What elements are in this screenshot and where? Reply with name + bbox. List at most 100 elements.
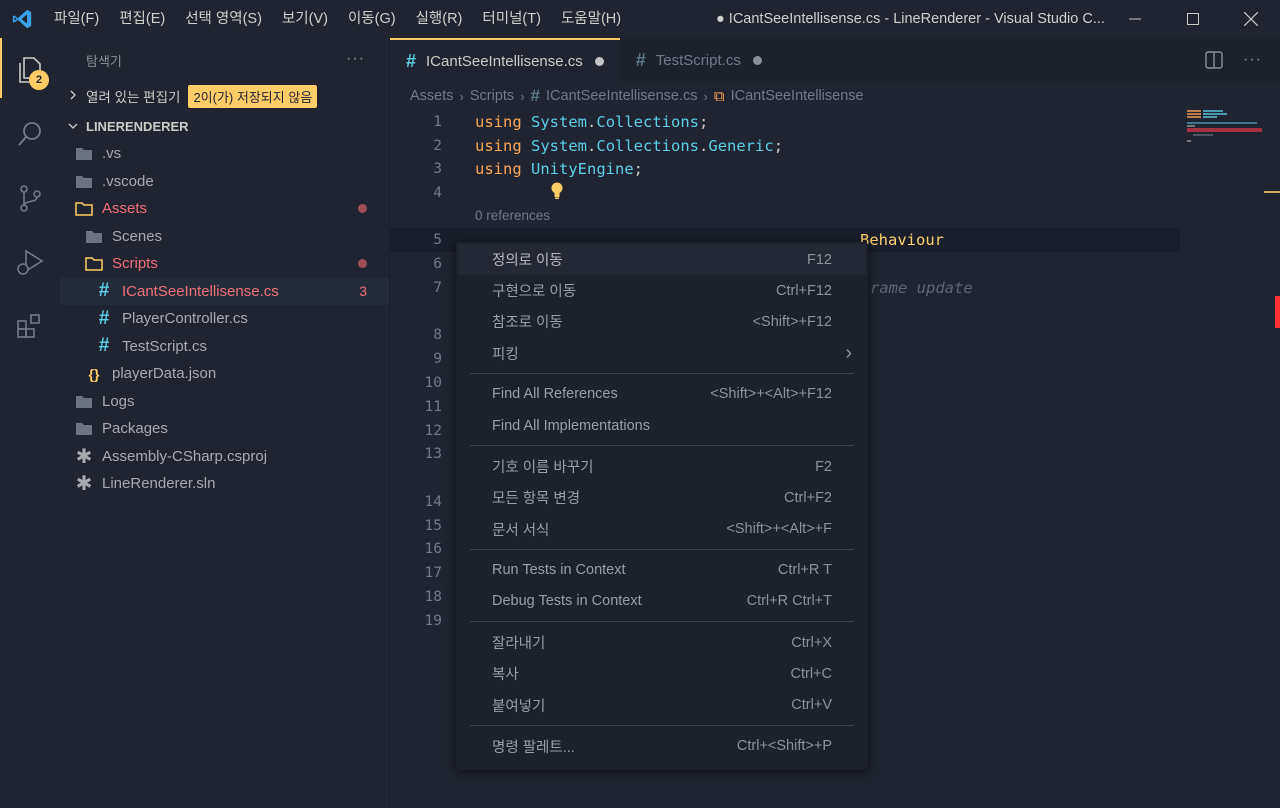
menu-cut[interactable]: 잘라내기 Ctrl+X — [458, 627, 866, 658]
menu-command-palette[interactable]: 명령 팔레트... Ctrl+<Shift>+P — [458, 731, 866, 762]
menu-file[interactable]: 파일(F) — [44, 0, 109, 38]
menu-find-all-implementations[interactable]: Find All Implementations — [458, 410, 866, 441]
line-number: 8 — [433, 327, 442, 343]
menu-change-all-occurrences[interactable]: 모든 항목 변경 Ctrl+F2 — [458, 482, 866, 513]
menu-go-to-implementation[interactable]: 구현으로 이동 Ctrl+F12 — [458, 275, 866, 306]
line-number: 18 — [424, 589, 442, 605]
menu-item-label: 참조로 이동 — [492, 315, 563, 332]
tree-item-sln[interactable]: ✱ LineRenderer.sln — [60, 470, 389, 498]
csharp-file-icon: # — [406, 50, 417, 71]
source-control-activity[interactable] — [0, 166, 60, 230]
minimize-icon — [1129, 18, 1141, 20]
codelens-references[interactable]: 0 references — [475, 208, 550, 223]
menu-item-shortcut: F2 — [815, 458, 832, 475]
tab-testscript[interactable]: # TestScript.cs — [620, 38, 778, 82]
breadcrumb-item[interactable]: ICantSeeIntellisense — [731, 88, 864, 104]
tree-item-vscode[interactable]: .vscode — [60, 168, 389, 196]
csharp-file-icon: # — [635, 49, 646, 70]
menu-run-tests[interactable]: Run Tests in Context Ctrl+R T — [458, 555, 866, 586]
unsaved-dot-icon[interactable] — [752, 55, 762, 65]
split-editor-icon[interactable] — [1205, 51, 1223, 69]
tree-item-playerdata[interactable]: {} playerData.json — [60, 360, 389, 388]
menu-item-label: 잘라내기 — [492, 636, 546, 653]
menu-edit[interactable]: 편집(E) — [109, 0, 175, 38]
line-number: 7 — [433, 280, 442, 296]
menu-go-to-references[interactable]: 참조로 이동 <Shift>+F12 — [458, 306, 866, 337]
tree-item-csproj[interactable]: ✱ Assembly-CSharp.csproj — [60, 443, 389, 471]
tree-item-icantseeintellisense[interactable]: # ICantSeeIntellisense.cs 3 — [60, 277, 389, 305]
tab-label: ICantSeeIntellisense.cs — [426, 52, 583, 70]
menu-terminal[interactable]: 터미널(T) — [472, 0, 551, 38]
tree-item-label: .vs — [102, 145, 122, 163]
line-number: 12 — [424, 423, 442, 439]
extensions-activity[interactable] — [0, 294, 60, 358]
menu-run[interactable]: 실행(R) — [406, 0, 473, 38]
menu-debug-tests[interactable]: Debug Tests in Context Ctrl+R Ctrl+T — [458, 586, 866, 617]
more-actions-icon[interactable]: ··· — [346, 50, 365, 68]
workspace-root[interactable]: LINERENDERER — [60, 112, 389, 140]
menu-rename-symbol[interactable]: 기호 이름 바꾸기 F2 — [458, 451, 866, 482]
menu-item-shortcut: <Shift>+<Alt>+F — [726, 521, 832, 538]
menu-selection[interactable]: 선택 영역(S) — [175, 0, 272, 38]
tab-actions: ··· — [1205, 38, 1262, 82]
tree-item-packages[interactable]: Packages — [60, 415, 389, 443]
open-editors-label: 열려 있는 편집기 — [86, 90, 181, 105]
line-number: 17 — [424, 565, 442, 581]
tree-item-label: Assets — [102, 200, 148, 218]
explorer-activity[interactable]: 2 — [0, 38, 60, 102]
menu-peek[interactable]: 피킹 › — [458, 338, 866, 369]
menu-copy[interactable]: 복사 Ctrl+C — [458, 658, 866, 689]
minimap[interactable] — [1187, 110, 1267, 170]
run-debug-activity[interactable] — [0, 230, 60, 294]
tree-item-label: .vscode — [102, 172, 154, 190]
code-comment: rame update — [870, 279, 973, 297]
close-button[interactable] — [1222, 0, 1280, 38]
breadcrumb-item[interactable]: Scripts — [470, 88, 514, 104]
menu-find-all-references[interactable]: Find All References <Shift>+<Alt>+F12 — [458, 379, 866, 410]
menu-go-to-definition[interactable]: 정의로 이동 F12 — [458, 244, 866, 276]
line-number: 11 — [424, 399, 442, 415]
menu-help[interactable]: 도움말(H) — [551, 0, 631, 38]
explorer-title: 탐색기 — [86, 53, 122, 69]
tree-item-scripts[interactable]: Scripts — [60, 250, 389, 278]
menu-separator — [470, 445, 854, 447]
tree-item-assets[interactable]: Assets — [60, 195, 389, 223]
search-activity[interactable] — [0, 102, 60, 166]
open-editors-section[interactable]: 열려 있는 편집기 2이(가) 저장되지 않음 — [60, 82, 389, 110]
line-number: 2 — [433, 138, 442, 154]
search-icon — [18, 122, 41, 146]
menu-go[interactable]: 이동(G) — [338, 0, 406, 38]
line-number: 6 — [433, 256, 442, 272]
tree-item-logs[interactable]: Logs — [60, 388, 389, 416]
line-number: 19 — [424, 613, 442, 629]
menu-paste[interactable]: 붙여넣기 Ctrl+V — [458, 689, 866, 720]
more-actions-icon[interactable]: ··· — [1243, 51, 1262, 69]
line-number: 16 — [424, 541, 442, 557]
source-control-icon — [20, 185, 41, 212]
menu-view[interactable]: 보기(V) — [272, 0, 338, 38]
maximize-button[interactable] — [1164, 0, 1222, 38]
menu-item-shortcut: Ctrl+C — [790, 665, 833, 682]
minimize-button[interactable] — [1106, 0, 1164, 38]
tab-icantseeintellisense[interactable]: # ICantSeeIntellisense.cs — [390, 38, 620, 82]
tree-item-label: PlayerController.cs — [122, 310, 248, 328]
editor-tabs: # ICantSeeIntellisense.cs # TestScript.c… — [390, 38, 1280, 82]
csharp-file-icon: # — [530, 86, 540, 105]
class-symbol-icon: ⧉ — [713, 87, 725, 105]
window-controls — [1106, 0, 1280, 38]
menu-item-shortcut: Ctrl+F2 — [784, 489, 832, 506]
tree-item-playercontroller[interactable]: # PlayerController.cs — [60, 305, 389, 333]
breadcrumb-item[interactable]: ICantSeeIntellisense.cs — [546, 88, 698, 104]
unsaved-dot-icon[interactable] — [594, 56, 604, 66]
code-text: Behaviour — [860, 231, 944, 249]
menu-separator — [470, 372, 854, 374]
menu-format-document[interactable]: 문서 서식 <Shift>+<Alt>+F — [458, 514, 866, 545]
tree-item-label: Logs — [102, 392, 135, 410]
breadcrumb-item[interactable]: Assets — [410, 88, 454, 104]
tree-item-vs[interactable]: .vs — [60, 140, 389, 168]
tree-item-scenes[interactable]: Scenes — [60, 223, 389, 251]
menu-item-label: 구현으로 이동 — [492, 284, 577, 301]
folder-icon — [74, 419, 94, 439]
menu-item-label: 명령 팔레트... — [492, 739, 575, 756]
tree-item-testscript[interactable]: # TestScript.cs — [60, 333, 389, 361]
